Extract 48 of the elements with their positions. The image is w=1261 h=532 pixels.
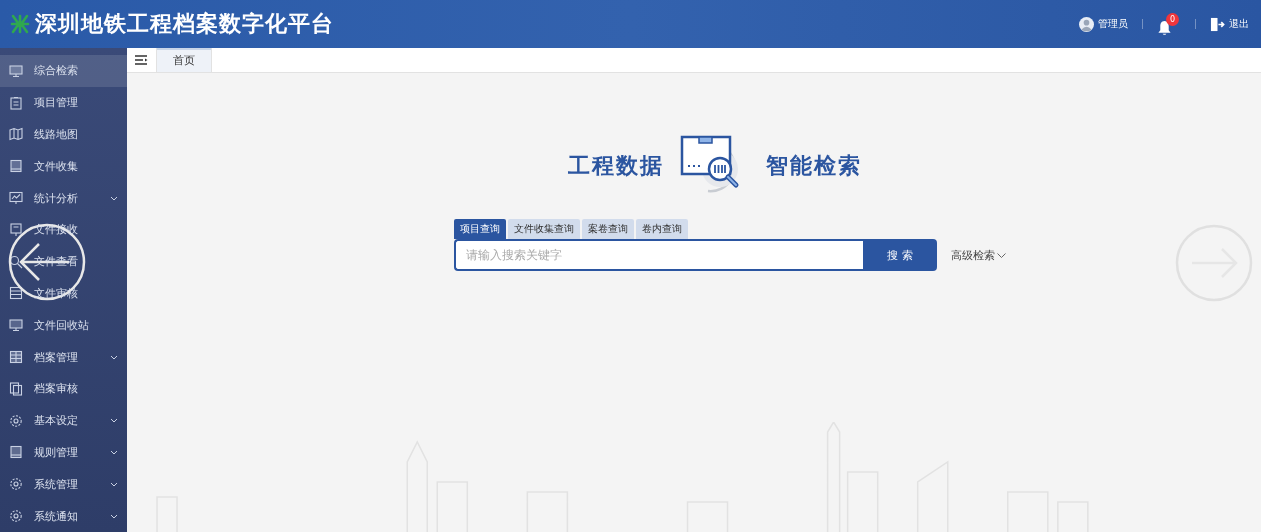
previous-arrow-button[interactable] [7, 222, 87, 302]
search-tab[interactable]: 案卷查询 [582, 219, 634, 239]
logo-icon [10, 14, 30, 34]
notification-button[interactable]: 0 [1157, 12, 1181, 36]
sidebar-item[interactable]: 项目管理 [0, 86, 127, 119]
search-icon [9, 254, 23, 269]
sidebar-item[interactable]: 档案管理 [0, 341, 127, 373]
gear-icon [9, 509, 23, 524]
user-menu[interactable]: 管理员 [1079, 16, 1128, 32]
hero-heading: 工程数据 [568, 152, 664, 180]
copy-icon [9, 381, 23, 396]
exit-icon [1210, 16, 1225, 32]
logout-button[interactable]: 退出 [1210, 16, 1249, 32]
book-icon [9, 159, 23, 174]
page-tab[interactable]: 首页 [157, 48, 212, 72]
sidebar-item[interactable]: 综合检索 [0, 55, 127, 87]
clipboard-icon [9, 95, 23, 110]
gear-icon [9, 477, 23, 492]
bell-icon [1157, 19, 1172, 36]
sidebar-item[interactable]: 系统管理 [0, 468, 127, 501]
sidebar-item[interactable]: 文件收集 [0, 150, 127, 183]
search-field[interactable]: 请输入搜索关键字 [454, 239, 863, 271]
sidebar-item[interactable]: 规则管理 [0, 436, 127, 469]
advanced-search-link[interactable]: 高级检索 [951, 247, 1006, 263]
avatar-icon [1079, 16, 1094, 32]
hero-heading: 智能检索 [766, 152, 862, 180]
map-icon [9, 127, 23, 142]
menu-icon [135, 55, 148, 65]
sidebar-item[interactable]: 系统通知 [0, 500, 127, 532]
notification-badge: 0 [1166, 12, 1179, 26]
sidebar-item[interactable]: 线路地图 [0, 118, 127, 151]
app-title: 深圳地铁工程档案数字化平台 [35, 10, 334, 38]
search-button[interactable]: 搜 索 [863, 239, 937, 271]
sidebar-item[interactable]: 文件回收站 [0, 309, 127, 342]
stack-icon [9, 286, 23, 301]
search-tab[interactable]: 项目查询 [454, 219, 506, 239]
sidebar-item[interactable]: 档案审核 [0, 372, 127, 405]
grid-icon [9, 350, 23, 365]
sidebar-item[interactable]: 统计分析 [0, 182, 127, 214]
sidebar-item[interactable]: 基本设定 [0, 404, 127, 437]
book-icon [9, 445, 23, 460]
monitor-icon [9, 63, 23, 78]
monitor-icon [9, 318, 23, 333]
search-tab[interactable]: 文件收集查询 [508, 219, 580, 239]
chart-icon [9, 191, 23, 206]
gear-icon [9, 413, 23, 428]
chevron-icon [997, 252, 1006, 258]
search-tab[interactable]: 卷内查询 [636, 219, 688, 239]
